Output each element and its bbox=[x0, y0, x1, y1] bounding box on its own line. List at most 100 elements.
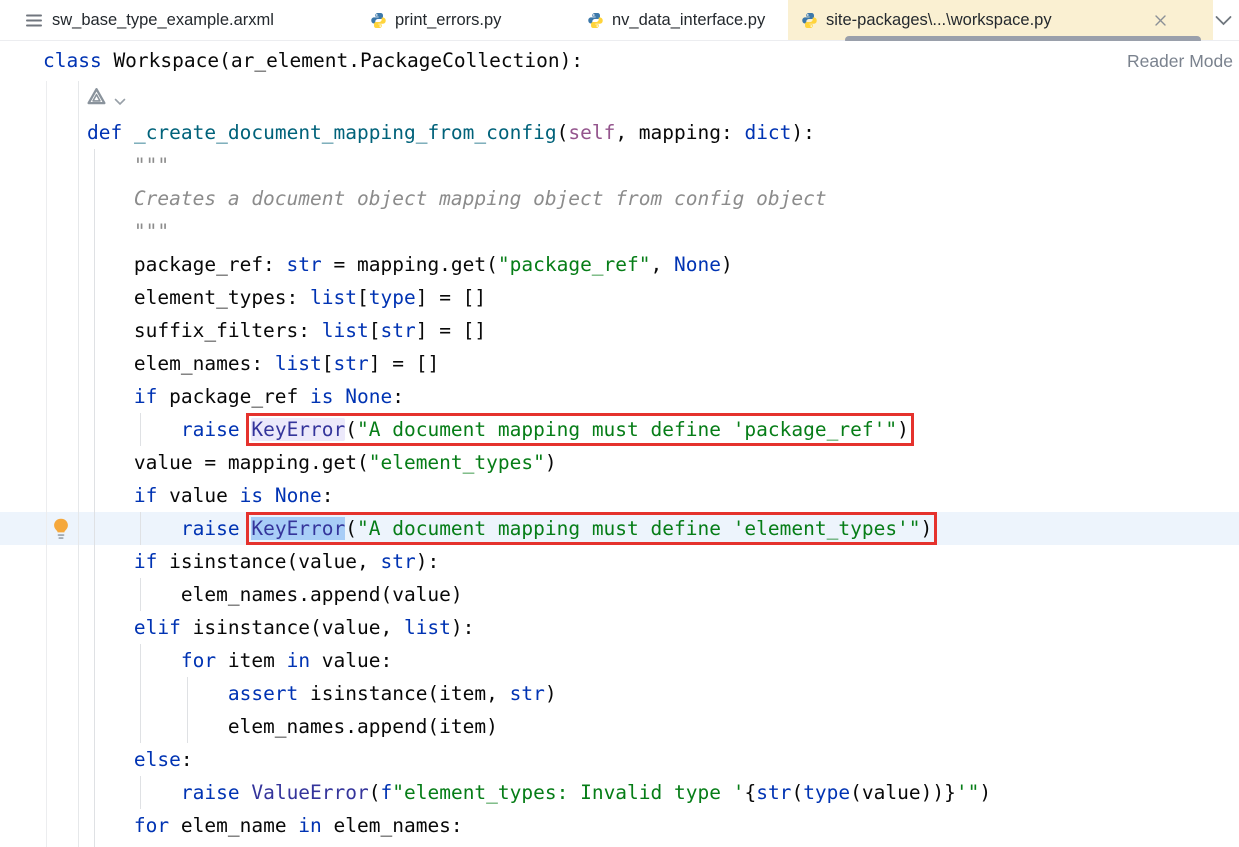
indent-guide bbox=[140, 413, 141, 446]
code-token: list bbox=[321, 319, 369, 342]
code-line[interactable]: for item in value: bbox=[0, 644, 1239, 677]
code-token: item bbox=[216, 649, 287, 672]
code-token: Workspace(ar_element.PackageCollection): bbox=[101, 49, 584, 72]
code-token: isinstance(value, bbox=[180, 616, 404, 639]
code-line[interactable]: raise ValueError(f"element_types: Invali… bbox=[0, 776, 1239, 809]
code-line[interactable]: assert isinstance(item, str) bbox=[0, 677, 1239, 710]
code-token: elem_names.append(value) bbox=[40, 583, 463, 606]
tab-sw-base-type-example-arxml[interactable]: sw_base_type_example.arxml bbox=[0, 0, 357, 40]
code-token: str bbox=[333, 352, 369, 375]
code-token: ( bbox=[791, 781, 804, 804]
code-line[interactable]: element_types: list[type] = [] bbox=[0, 281, 1239, 314]
code-token: in bbox=[298, 814, 322, 837]
code-token: ): bbox=[450, 616, 475, 639]
code-token: f bbox=[380, 781, 393, 804]
code-token: "package_ref" bbox=[497, 253, 651, 276]
code-line[interactable]: else: bbox=[0, 743, 1239, 776]
code-token: str bbox=[380, 319, 416, 342]
code-token: { bbox=[744, 781, 757, 804]
code-token: None bbox=[345, 385, 393, 408]
code-token: str bbox=[380, 550, 416, 573]
inlay-hint-icon[interactable] bbox=[86, 83, 107, 116]
code-line[interactable]: """ bbox=[0, 149, 1239, 182]
code-line[interactable]: elem_names.append(item) bbox=[0, 710, 1239, 743]
ide-window: sw_base_type_example.arxml print_errors.p… bbox=[0, 0, 1239, 847]
code-token: [ bbox=[321, 352, 334, 375]
code-line[interactable]: for elem_name in elem_names: bbox=[0, 809, 1239, 842]
code-token: "A document mapping must define 'element… bbox=[357, 517, 921, 540]
code-token: _create_document_mapping_from_config bbox=[133, 121, 557, 144]
chevron-down-icon[interactable] bbox=[1210, 10, 1236, 30]
indent-guide bbox=[187, 677, 188, 743]
code-token: list bbox=[403, 616, 451, 639]
code-token: "element_types" bbox=[368, 451, 545, 474]
code-token: ValueError bbox=[251, 781, 369, 804]
code-line[interactable]: suffix_filters: list[str] = [] bbox=[0, 314, 1239, 347]
code-line[interactable]: def _create_document_mapping_from_config… bbox=[0, 116, 1239, 149]
code-line[interactable]: elem_names.append(value) bbox=[0, 578, 1239, 611]
python-icon bbox=[370, 12, 387, 29]
code-token: elem_names: bbox=[40, 352, 275, 375]
code-token: "A document mapping must define 'package… bbox=[357, 418, 898, 441]
tab-label: site-packages\...\workspace.py bbox=[826, 10, 1052, 29]
code-token: None bbox=[674, 253, 721, 276]
code-token: """ bbox=[40, 154, 170, 177]
code-line[interactable]: elem_names: list[str] = [] bbox=[0, 347, 1239, 380]
close-icon[interactable] bbox=[1151, 11, 1169, 29]
code-line[interactable]: elif isinstance(value, list): bbox=[0, 611, 1239, 644]
code-token: value = mapping.get( bbox=[40, 451, 369, 474]
tab-site-packages-workspace-py[interactable]: site-packages\...\workspace.py bbox=[788, 0, 1213, 40]
code-token: is bbox=[310, 385, 334, 408]
code-area[interactable]: def _create_document_mapping_from_config… bbox=[0, 83, 1239, 842]
code-token: value: bbox=[310, 649, 393, 672]
code-line[interactable]: """ bbox=[0, 215, 1239, 248]
code-token: element_types: bbox=[40, 286, 311, 309]
code-token: for bbox=[133, 814, 170, 837]
inlay-chevron-down-icon[interactable] bbox=[114, 83, 126, 116]
code-token: elif bbox=[133, 616, 181, 639]
code-token: ): bbox=[791, 121, 815, 144]
code-line[interactable]: value = mapping.get("element_types") bbox=[0, 446, 1239, 479]
tab-label: nv_data_interface.py bbox=[612, 10, 766, 29]
code-token: [ bbox=[368, 319, 381, 342]
code-editor[interactable]: def _create_document_mapping_from_config… bbox=[0, 81, 1239, 847]
code-token: ) bbox=[544, 682, 557, 705]
code-line[interactable]: if isinstance(value, str): bbox=[0, 545, 1239, 578]
code-token: raise bbox=[180, 418, 240, 441]
python-icon bbox=[801, 12, 818, 29]
selected-token: KeyError bbox=[251, 517, 346, 540]
code-line[interactable]: raise KeyError("A document mapping must … bbox=[0, 413, 1239, 446]
code-token: '" bbox=[955, 781, 980, 804]
code-line[interactable]: package_ref: str = mapping.get("package_… bbox=[0, 248, 1239, 281]
code-token: ( bbox=[345, 418, 358, 441]
code-line-current[interactable]: raise KeyError("A document mapping must … bbox=[0, 512, 1239, 545]
code-token: """ bbox=[40, 220, 170, 243]
sticky-context-header: class Workspace(ar_element.PackageCollec… bbox=[0, 41, 1239, 82]
tab-nv-data-interface-py[interactable]: nv_data_interface.py bbox=[562, 0, 813, 40]
lightbulb-icon[interactable] bbox=[52, 518, 70, 540]
tab-print-errors-py[interactable]: print_errors.py bbox=[345, 0, 584, 40]
tab-label: print_errors.py bbox=[395, 10, 502, 29]
code-token: package_ref: bbox=[40, 253, 287, 276]
tab-label: sw_base_type_example.arxml bbox=[52, 10, 274, 29]
code-line[interactable]: if value is None: bbox=[0, 479, 1239, 512]
code-token: : bbox=[180, 748, 193, 771]
code-line[interactable]: if package_ref is None: bbox=[0, 380, 1239, 413]
sticky-class-signature[interactable]: class Workspace(ar_element.PackageCollec… bbox=[43, 41, 583, 81]
code-token: assert bbox=[227, 682, 299, 705]
code-token: ] = [] bbox=[368, 352, 440, 375]
code-token: None bbox=[274, 484, 322, 507]
code-line[interactable]: Creates a document object mapping object… bbox=[0, 182, 1239, 215]
indent-guide bbox=[140, 776, 141, 809]
code-token: value bbox=[157, 484, 240, 507]
